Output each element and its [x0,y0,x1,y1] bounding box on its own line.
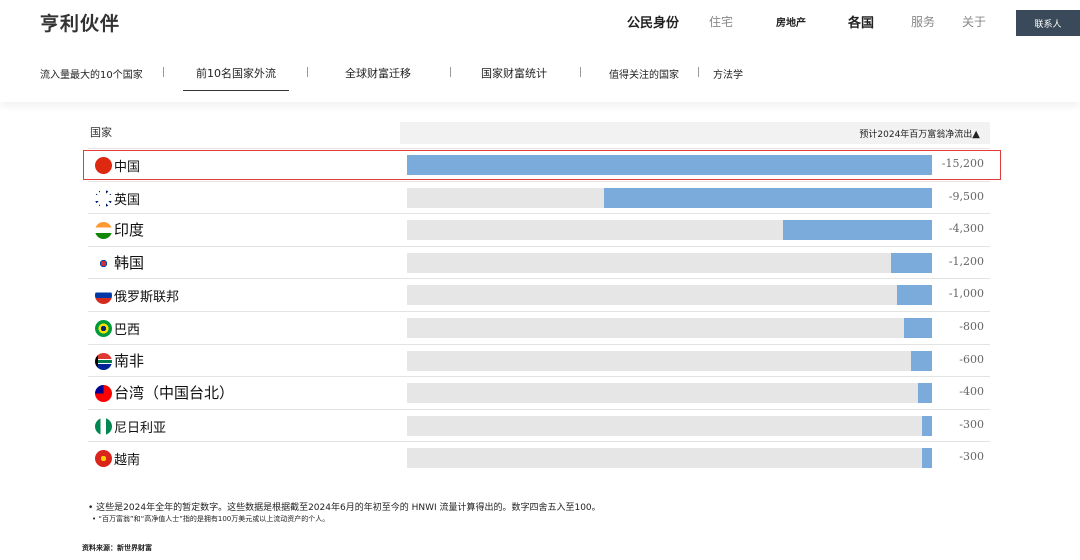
bar-track [407,318,932,338]
tab-top-outflow[interactable]: 前10名国家外流 [183,65,289,91]
ng-flag-icon [95,417,112,435]
brand-logo[interactable]: 亨利伙伴 [40,9,120,36]
nav-about[interactable]: 关于 [962,13,986,30]
contact-button[interactable]: 联系人 [1016,10,1080,36]
divider [307,67,308,77]
metric-header-label: 预计2024年百万富翁净流出 [859,130,973,140]
tab-country-wealth-stats[interactable]: 国家财富统计 [481,65,547,81]
tab-countries-to-watch[interactable]: 值得关注的国家 [609,66,679,81]
bar-track [407,350,932,371]
bar [911,350,932,371]
table-row[interactable]: 俄罗斯联邦 -1,000 [88,278,990,310]
nav-countries[interactable]: 各国 [848,12,874,31]
data-label: -300 [959,417,984,431]
country-name: 韩国 [114,253,145,272]
nav-residence[interactable]: 住宅 [709,13,733,30]
tab-global-wealth-migration[interactable]: 全球财富迁移 [345,65,411,81]
vn-flag-icon [95,450,112,468]
bar [783,220,932,241]
tw-flag-icon [95,385,112,403]
bar [603,187,932,208]
br-flag-icon [95,320,112,337]
metric-column-header[interactable]: 预计2024年百万富翁净流出▲ [859,127,980,140]
bar [918,383,932,404]
data-label: -400 [959,385,984,399]
sub-navigation: 流入量最大的10个国家 前10名国家外流 全球财富迁移 国家财富统计 值得关注的… [0,46,1080,102]
tab-methodology[interactable]: 方法学 [713,66,743,81]
bar-track [407,383,932,404]
country-name: 巴西 [114,323,141,338]
country-column-header[interactable]: 国家 [90,124,112,140]
data-label: -800 [959,320,984,333]
metric-header-cell: 预计2024年百万富翁净流出▲ [400,122,990,144]
country-name: 越南 [114,453,141,469]
bar-track [407,415,932,436]
table-row[interactable]: 巴西 -800 [88,311,990,343]
bar [904,318,932,338]
divider [450,67,451,77]
divider [698,67,699,77]
country-name: 尼日利亚 [114,420,167,436]
data-label: -9,500 [948,189,984,203]
nav-services[interactable]: 服务 [911,13,935,30]
data-label: -1,000 [948,287,984,301]
country-name: 台湾（中国台北） [114,384,235,403]
tab-top-inflow[interactable]: 流入量最大的10个国家 [40,66,143,81]
sort-ascending-icon[interactable]: ▲ [972,129,980,140]
data-label: -600 [959,352,984,366]
data-label: -4,300 [948,222,984,236]
nav-citizenship[interactable]: 公民身份 [627,12,679,31]
country-name: 南非 [114,351,145,370]
source-note: 资料来源：新世界财富 [82,544,152,552]
data-label: -300 [959,450,984,464]
bar-track [407,187,932,208]
table-row[interactable]: 韩国 -1,200 [88,245,990,278]
za-flag-icon [95,352,112,370]
table-row[interactable]: 印度 -4,300 [88,213,990,245]
bar-track [407,252,932,273]
data-label: -1,200 [948,254,984,268]
footnote-definition: • “百万富翁”和“高净值人士”指的是拥有100万美元或以上流动资产的个人。 [92,515,330,523]
footnote-provisional: • 这些是2024年全年的暂定数字。这些数据是根据截至2024年6月的年初至今的… [88,503,601,513]
table-row[interactable]: 南非 -600 [88,343,990,376]
in-flag-icon [95,222,112,240]
nav-real-estate[interactable]: 房地产 [776,14,806,29]
divider [580,67,581,77]
kr-flag-icon [95,254,112,272]
bar [890,252,932,273]
bar [897,285,932,306]
bar-track [407,220,932,241]
bar [921,415,932,436]
bar-track [407,448,932,469]
bar-track [407,285,932,306]
divider [163,67,164,77]
country-name: 印度 [114,221,145,240]
top-header: 亨利伙伴 公民身份 住宅 房地产 各国 服务 关于 联系人 [0,0,1080,46]
uk-flag-icon [95,189,112,207]
table-row[interactable]: 台湾（中国台北） -400 [88,376,990,408]
country-name: 英国 [114,192,141,208]
highlight-box [83,150,1001,180]
table-row[interactable]: 越南 -300 [88,441,990,473]
table-row[interactable]: 尼日利亚 -300 [88,408,990,441]
ru-flag-icon [95,287,112,305]
table-row[interactable]: 英国 -9,500 [88,180,990,213]
country-name: 俄罗斯联邦 [114,290,180,306]
bar [921,448,932,469]
